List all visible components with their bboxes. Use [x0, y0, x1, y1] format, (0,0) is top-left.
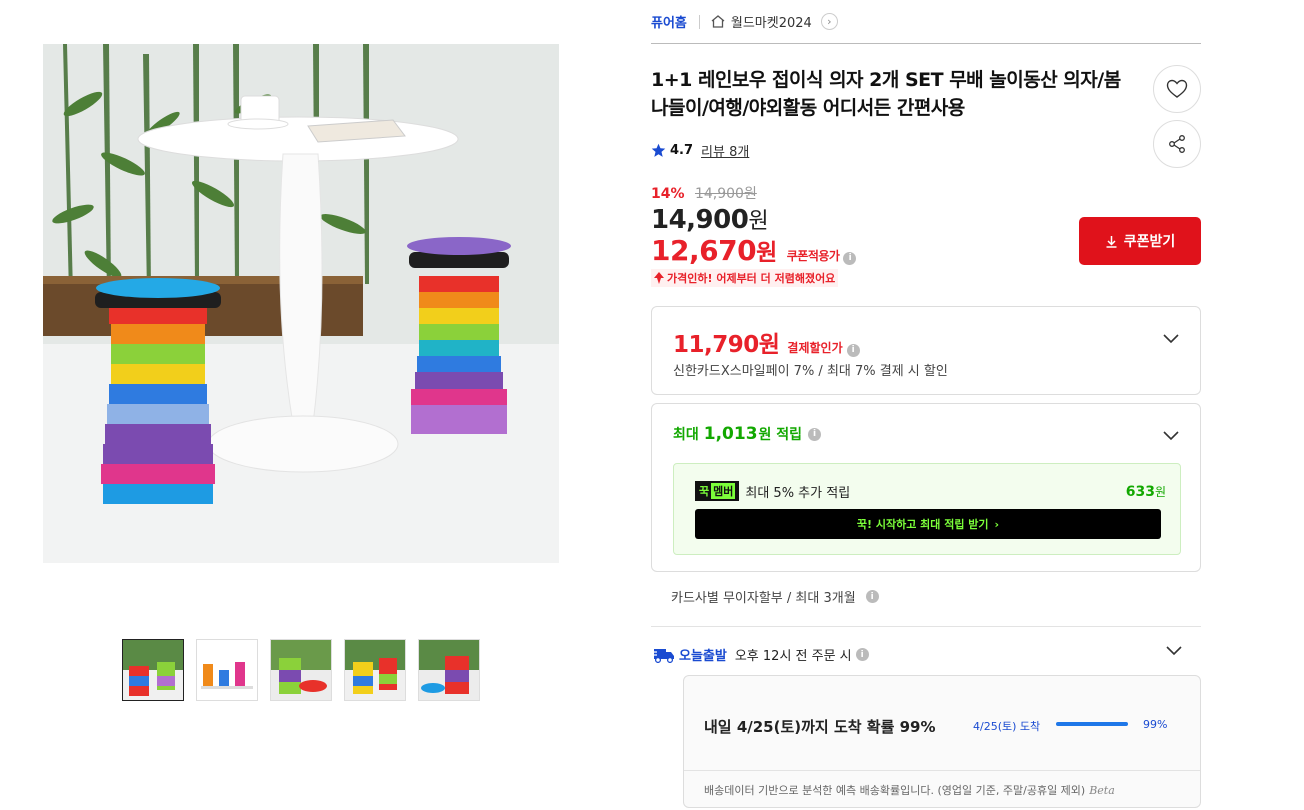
membership-amount-unit: 원: [1154, 484, 1166, 499]
info-icon[interactable]: i: [843, 251, 857, 265]
thumbnail-5[interactable]: [418, 639, 480, 701]
rating-row: 4.7 리뷰 8개: [651, 141, 749, 160]
shipping-row: 오늘출발 오후 12시 전 주문 시 i: [651, 645, 869, 664]
sale-price: 14,900원: [651, 203, 769, 235]
thumbnail-3[interactable]: [270, 639, 332, 701]
payment-price-label: 결제할인가: [787, 341, 843, 355]
breadcrumb: 퓨어홈 월드마켓2024 ›: [651, 12, 838, 31]
thumbnail-list: [122, 639, 480, 701]
header-divider: [651, 43, 1201, 44]
reward-summary: 최대 1,013 원 적립 i: [673, 424, 822, 444]
reward-prefix: 최대: [673, 427, 699, 443]
discount-line: 14% 14,900원: [651, 183, 757, 203]
arrow-down-icon: [654, 272, 664, 284]
shipping-cutoff-text: 오후 12시 전 주문 시: [734, 649, 852, 664]
membership-text: 최대 5% 추가 적립: [745, 485, 851, 501]
delivery-divider: [684, 770, 1200, 771]
info-icon[interactable]: i: [808, 427, 822, 441]
main-product-image: [43, 44, 559, 563]
today-shipping-label: 오늘출발: [679, 649, 727, 664]
delivery-note: 배송데이터 기반으로 분석한 예측 배송확률입니다. (영업일 기준, 주말/공…: [704, 782, 1115, 798]
store-home-icon: [711, 15, 725, 28]
star-icon: [651, 143, 666, 157]
truck-icon: [651, 648, 674, 663]
info-icon[interactable]: i: [865, 590, 879, 603]
breadcrumb-home-link[interactable]: 퓨어홈: [651, 12, 687, 31]
chevron-down-icon[interactable]: [1162, 426, 1180, 444]
sale-price-unit: 원: [748, 209, 769, 234]
review-count-link[interactable]: 리뷰 8개: [701, 141, 749, 160]
delivery-prediction-box: 내일 4/25(토)까지 도착 확률 99% 4/25(토) 도착 99% 배송…: [683, 675, 1201, 808]
rating-score: 4.7: [670, 143, 694, 158]
membership-badge: 꾹 멤버: [695, 481, 740, 501]
section-divider: [651, 626, 1201, 627]
beta-label: Beta: [1089, 784, 1115, 797]
installment-info: 카드사별 무이자할부 / 최대 3개월 i: [671, 587, 879, 606]
membership-amount-value: 633: [1125, 483, 1155, 500]
coupon-price: 12,670 원 쿠폰적용가 i: [651, 233, 857, 267]
payment-price: 11,790원: [673, 332, 780, 358]
price-drop-notice: 가격인하! 어제부터 더 저렴해졌어요: [651, 269, 839, 287]
installment-text: 카드사별 무이자할부 / 최대 3개월: [671, 591, 856, 606]
original-price: 14,900원: [694, 186, 757, 202]
share-icon: [1169, 135, 1185, 153]
delivery-title: 내일 4/25(토)까지 도착 확률 99%: [704, 718, 936, 736]
membership-start-label: 꾹! 시작하고 최대 적립 받기: [856, 518, 989, 531]
discount-rate: 14%: [651, 186, 685, 202]
breadcrumb-store-label: 월드마켓2024: [730, 16, 812, 31]
today-shipping-badge: 오늘출발: [651, 645, 727, 664]
delivery-date: 4/25(토) 도착: [973, 720, 1041, 733]
reward-box: 최대 1,013 원 적립 i 꾹 멤버 최대 5% 추가 적립 633원 꾹!…: [651, 403, 1201, 572]
chevron-right-icon[interactable]: ›: [820, 13, 838, 30]
chevron-right-icon: ›: [994, 517, 1000, 531]
membership-row: 꾹 멤버 최대 5% 추가 적립 633원: [695, 481, 1166, 501]
breadcrumb-store-link[interactable]: 월드마켓2024 ›: [710, 12, 838, 31]
wishlist-button[interactable]: [1153, 65, 1201, 113]
delivery-note-text: 배송데이터 기반으로 분석한 예측 배송확률입니다. (영업일 기준, 주말/공…: [704, 784, 1086, 797]
membership-box: 꾹 멤버 최대 5% 추가 적립 633원 꾹! 시작하고 최대 적립 받기 ›: [673, 463, 1181, 555]
coupon-price-value: 12,670: [651, 234, 757, 267]
thumbnail-4[interactable]: [344, 639, 406, 701]
coupon-price-label: 쿠폰적용가: [786, 249, 840, 263]
membership-badge-part2: 멤버: [711, 483, 736, 499]
payment-price-row: 11,790원 결제할인가 i: [673, 325, 860, 359]
info-icon[interactable]: i: [855, 648, 869, 661]
chevron-down-icon[interactable]: [1162, 329, 1180, 347]
price-drop-text: 가격인하! 어제부터 더 저렴해졌어요: [667, 272, 836, 285]
thumbnail-2[interactable]: [196, 639, 258, 701]
membership-badge-part1: 꾹: [699, 485, 710, 498]
product-title: 1+1 레인보우 접이식 의자 2개 SET 무배 놀이동산 의자/봄 나들이/…: [651, 69, 1121, 119]
heart-icon: [1166, 79, 1188, 98]
coupon-button-label: 쿠폰받기: [1123, 234, 1176, 250]
reward-suffix: 원 적립: [758, 427, 803, 443]
coupon-price-unit: 원: [756, 240, 777, 266]
sale-price-value: 14,900: [651, 205, 749, 235]
share-button[interactable]: [1153, 120, 1201, 168]
info-icon[interactable]: i: [846, 343, 860, 357]
delivery-probability-bar: [1056, 722, 1128, 726]
payment-discount-box[interactable]: 11,790원 결제할인가 i 신한카드X스마일페이 7% / 최대 7% 결제…: [651, 306, 1201, 395]
membership-amount: 633원: [1126, 483, 1166, 500]
download-icon: [1106, 235, 1117, 248]
payment-discount-desc: 신한카드X스마일페이 7% / 최대 7% 결제 시 할인: [673, 364, 948, 379]
thumbnail-1[interactable]: [122, 639, 184, 701]
breadcrumb-separator: [698, 14, 700, 29]
chevron-down-icon[interactable]: [1165, 641, 1183, 659]
reward-amount: 1,013: [703, 424, 758, 444]
coupon-button[interactable]: 쿠폰받기: [1079, 217, 1201, 265]
delivery-percent: 99%: [1143, 718, 1168, 731]
membership-start-button[interactable]: 꾹! 시작하고 최대 적립 받기 ›: [695, 509, 1161, 539]
